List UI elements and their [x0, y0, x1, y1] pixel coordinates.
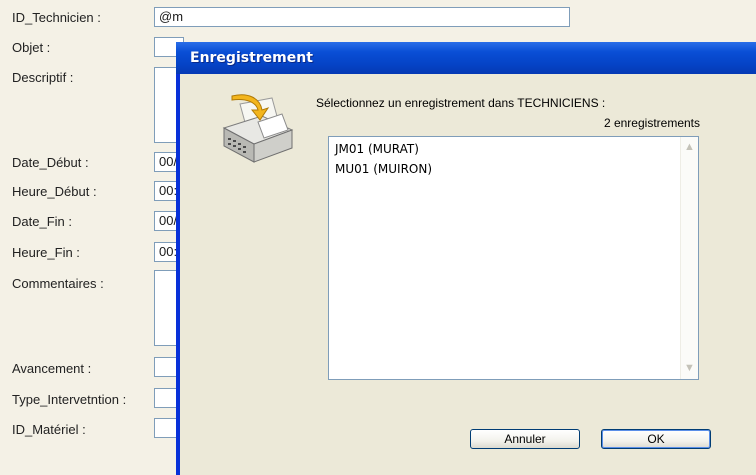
label-heure-fin: Heure_Fin :	[12, 245, 80, 260]
record-selection-dialog: Enregistrement Sélectionnez un enregistr…	[176, 42, 756, 475]
label-descriptif: Descriptif :	[12, 70, 74, 85]
scroll-up-icon[interactable]: ▲	[681, 139, 698, 156]
dialog-titlebar[interactable]: Enregistrement	[176, 42, 756, 74]
cancel-button[interactable]: Annuler	[470, 429, 580, 449]
label-date-fin: Date_Fin :	[12, 214, 72, 229]
label-id-materiel: ID_Matériel :	[12, 422, 86, 437]
label-date-debut: Date_Début :	[12, 155, 89, 170]
record-count: 2 enregistrements	[603, 116, 700, 130]
label-objet: Objet :	[12, 40, 51, 55]
records-list: JM01 (MURAT) MU01 (MUIRON)	[329, 137, 680, 379]
page: ID_Technicien : @m Objet : Descriptif : …	[0, 0, 756, 475]
id-technicien-field[interactable]: @m	[154, 7, 570, 27]
list-item[interactable]: MU01 (MUIRON)	[329, 159, 680, 179]
list-item[interactable]: JM01 (MURAT)	[329, 139, 680, 159]
vertical-scrollbar[interactable]: ▲ ▼	[680, 137, 698, 379]
label-id-technicien: ID_Technicien :	[12, 10, 101, 25]
label-heure-debut: Heure_Début :	[12, 184, 97, 199]
scroll-down-icon[interactable]: ▼	[681, 360, 698, 377]
label-avancement: Avancement :	[12, 361, 92, 376]
label-type-intervention: Type_Intervetntion :	[12, 392, 127, 407]
dialog-title: Enregistrement	[190, 50, 313, 66]
selection-prompt: Sélectionnez un enregistrement dans TECH…	[316, 96, 606, 110]
records-listbox[interactable]: JM01 (MURAT) MU01 (MUIRON) ▲ ▼	[328, 136, 699, 380]
printer-record-icon	[218, 90, 298, 170]
dialog-body: Sélectionnez un enregistrement dans TECH…	[180, 74, 756, 475]
ok-button[interactable]: OK	[601, 429, 711, 449]
label-commentaires: Commentaires :	[12, 276, 104, 291]
